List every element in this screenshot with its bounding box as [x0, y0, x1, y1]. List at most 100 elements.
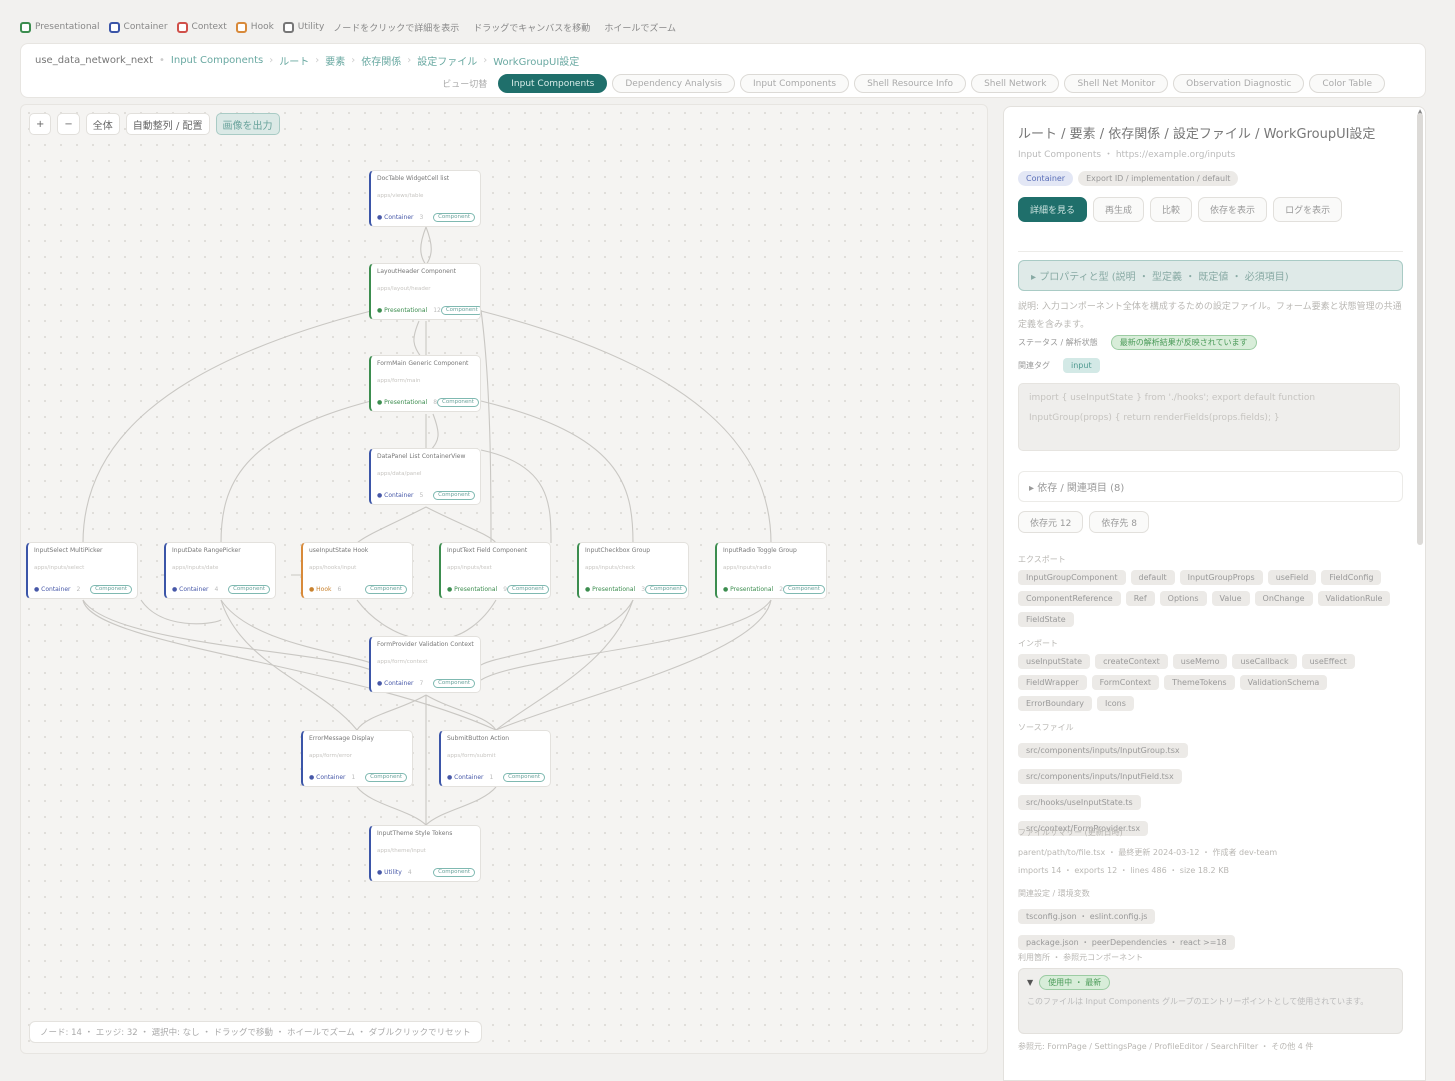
breadcrumb-item[interactable]: WorkGroupUI設定: [493, 53, 579, 68]
export-chip[interactable]: default: [1130, 570, 1175, 585]
export-chip[interactable]: InputGroupProps: [1179, 570, 1263, 585]
graph-node[interactable]: FormMain Generic Component apps/form/main…: [369, 355, 481, 412]
import-chip[interactable]: ValidationSchema: [1239, 675, 1328, 690]
node-kind: ● Presentational: [377, 307, 428, 314]
breadcrumb-separator: ›: [483, 55, 488, 66]
import-chip[interactable]: useCallback: [1232, 654, 1297, 669]
status-badge: 最新の解析結果が反映されています: [1110, 335, 1257, 350]
export-chip[interactable]: FieldConfig: [1321, 570, 1382, 585]
collapse-triangle-icon[interactable]: ▼: [1027, 978, 1033, 987]
usage-badge: 使用中 ・ 最新: [1039, 975, 1111, 990]
export-chip[interactable]: ComponentReference: [1018, 591, 1121, 606]
graph-node[interactable]: DataPanel List ContainerView apps/data/pa…: [369, 448, 481, 505]
graph-node[interactable]: InputTheme Style Tokens apps/theme/input ●…: [369, 825, 481, 882]
related-chip[interactable]: tsconfig.json ・ eslint.config.js: [1018, 909, 1156, 924]
breadcrumb-item[interactable]: use_data_network_next: [35, 55, 153, 66]
zoom-in-button[interactable]: +: [29, 113, 52, 135]
breadcrumb-item[interactable]: Input Components: [171, 55, 263, 66]
graph-node[interactable]: InputDate RangePicker apps/inputs/date ● C…: [164, 542, 276, 599]
import-chip[interactable]: useMemo: [1172, 654, 1228, 669]
node-kind: ● Hook: [309, 586, 332, 593]
legend-swatch-icon: [282, 21, 294, 33]
tab-input-components-2[interactable]: Input Components: [739, 74, 850, 93]
graph-node[interactable]: FormProvider Validation Context apps/form…: [369, 636, 481, 693]
node-title: InputText Field Component: [447, 547, 528, 554]
footer-text: 参照元: FormPage / SettingsPage / ProfileEd…: [1018, 1042, 1314, 1051]
breadcrumb-separator: ›: [407, 55, 412, 66]
tab-observation-diagnostic[interactable]: Observation Diagnostic: [1173, 74, 1305, 93]
import-chip[interactable]: useEffect: [1301, 654, 1355, 669]
export-chip[interactable]: OnChange: [1254, 591, 1313, 606]
view-details-button[interactable]: 詳細を見る: [1018, 197, 1088, 222]
source-file-chip[interactable]: src/hooks/useInputState.ts: [1018, 795, 1141, 810]
canvas-toolbar: + − 全体 自動整列 / 配置 画像を出力: [29, 113, 286, 135]
import-chip[interactable]: ThemeTokens: [1164, 675, 1235, 690]
node-path: apps/views/table: [377, 193, 424, 199]
import-chip[interactable]: Icons: [1097, 696, 1134, 711]
panel-scrollbar[interactable]: [1417, 113, 1423, 545]
export-chip[interactable]: Options: [1159, 591, 1207, 606]
props-accordion[interactable]: ▸ プロパティと型 (説明 ・ 型定義 ・ 既定値 ・ 必須項目): [1018, 260, 1403, 291]
export-chip[interactable]: useField: [1267, 570, 1317, 585]
show-deps-button[interactable]: 依存を表示: [1198, 197, 1268, 222]
legend-swatch-icon: [20, 21, 31, 33]
breadcrumb-item[interactable]: 設定ファイル: [417, 53, 477, 68]
graph-node[interactable]: SubmitButton Action apps/form/submit ● Con…: [439, 730, 551, 787]
node-kind: ● Presentational: [585, 586, 636, 593]
graph-node[interactable]: InputRadio Toggle Group apps/inputs/radio…: [715, 542, 827, 599]
export-chip[interactable]: ValidationRule: [1317, 591, 1391, 606]
regenerate-button[interactable]: 再生成: [1093, 197, 1145, 222]
source-file-chip[interactable]: src/components/inputs/InputField.tsx: [1018, 769, 1182, 784]
export-chip[interactable]: Value: [1211, 591, 1250, 606]
export-chip[interactable]: Ref: [1125, 591, 1155, 606]
auto-layout-button[interactable]: 自動整列 / 配置: [125, 113, 210, 135]
export-chip[interactable]: FieldState: [1018, 612, 1074, 627]
compare-button[interactable]: 比較: [1150, 197, 1193, 222]
graph-node[interactable]: useInputState Hook apps/hooks/input ● Hook…: [301, 542, 413, 599]
tab-input-components[interactable]: Input Components: [498, 74, 608, 93]
node-footer: ● Container 1 Component: [447, 773, 545, 782]
node-footer: ● Container 5 Component: [377, 491, 475, 500]
source-file-chip[interactable]: src/components/inputs/InputGroup.tsx: [1018, 743, 1188, 758]
usage-details[interactable]: ▼ 使用中 ・ 最新 このファイルは Input Components グループ…: [1018, 968, 1403, 1034]
node-footer: ● Container 4 Component: [172, 585, 270, 594]
related-chip[interactable]: package.json ・ peerDependencies ・ react …: [1018, 935, 1235, 950]
node-count: 1: [351, 774, 356, 781]
fit-view-button[interactable]: 全体: [85, 113, 120, 135]
graph-node[interactable]: InputCheckbox Group apps/inputs/check ● Pr…: [577, 542, 689, 599]
graph-node[interactable]: DocTable WidgetCell list apps/views/table…: [369, 170, 481, 227]
graph-canvas[interactable]: + − 全体 自動整列 / 配置 画像を出力 DocTable WidgetCe…: [20, 104, 988, 1054]
import-chip[interactable]: useInputState: [1018, 654, 1091, 669]
node-title: SubmitButton Action: [447, 735, 510, 742]
breadcrumb-item[interactable]: 依存関係: [361, 53, 401, 68]
show-logs-button[interactable]: ログを表示: [1273, 197, 1343, 222]
summary-heading: ファイルサマリー (更新日時): [1018, 828, 1123, 837]
dependencies-chip[interactable]: 依存先 8: [1089, 511, 1149, 533]
summary-line: imports 14 ・ exports 12 ・ lines 486 ・ si…: [1018, 866, 1229, 875]
export-chip[interactable]: InputGroupComponent: [1018, 570, 1126, 585]
tab-shell-network[interactable]: Shell Network: [971, 74, 1060, 93]
import-chip[interactable]: FormContext: [1091, 675, 1160, 690]
tab-shell-net-monitor[interactable]: Shell Net Monitor: [1064, 74, 1169, 93]
breadcrumb-item[interactable]: ルート: [279, 53, 309, 68]
graph-node[interactable]: InputSelect MultiPicker apps/inputs/selec…: [26, 542, 138, 599]
graph-node[interactable]: ErrorMessage Display apps/form/error ● Con…: [301, 730, 413, 787]
legend-item: Container: [108, 21, 168, 33]
tab-color-table[interactable]: Color Table: [1309, 74, 1385, 93]
import-chip[interactable]: createContext: [1095, 654, 1168, 669]
tab-dependency-analysis[interactable]: Dependency Analysis: [612, 74, 735, 93]
import-chip[interactable]: ErrorBoundary: [1018, 696, 1093, 711]
node-path: apps/inputs/radio: [723, 565, 771, 571]
zoom-out-button[interactable]: −: [57, 113, 80, 135]
dependents-chip[interactable]: 依存元 12: [1018, 511, 1084, 533]
import-chip[interactable]: FieldWrapper: [1018, 675, 1087, 690]
description-text: 説明: 入力コンポーネント全体を構成するための設定ファイル。フォーム要素と状態管…: [1018, 302, 1402, 330]
export-image-button[interactable]: 画像を出力: [215, 113, 280, 135]
breadcrumb-item[interactable]: 要素: [325, 53, 345, 68]
graph-node[interactable]: LayoutHeader Component apps/layout/header…: [369, 263, 481, 320]
tab-shell-resource-info[interactable]: Shell Resource Info: [854, 74, 967, 93]
node-kind: ● Container: [172, 586, 209, 593]
dependencies-accordion[interactable]: ▸ 依存 / 関連項目 (8): [1018, 471, 1403, 502]
graph-node[interactable]: InputText Field Component apps/inputs/tex…: [439, 542, 551, 599]
node-footer: ● Hook 6 Component: [309, 585, 407, 594]
